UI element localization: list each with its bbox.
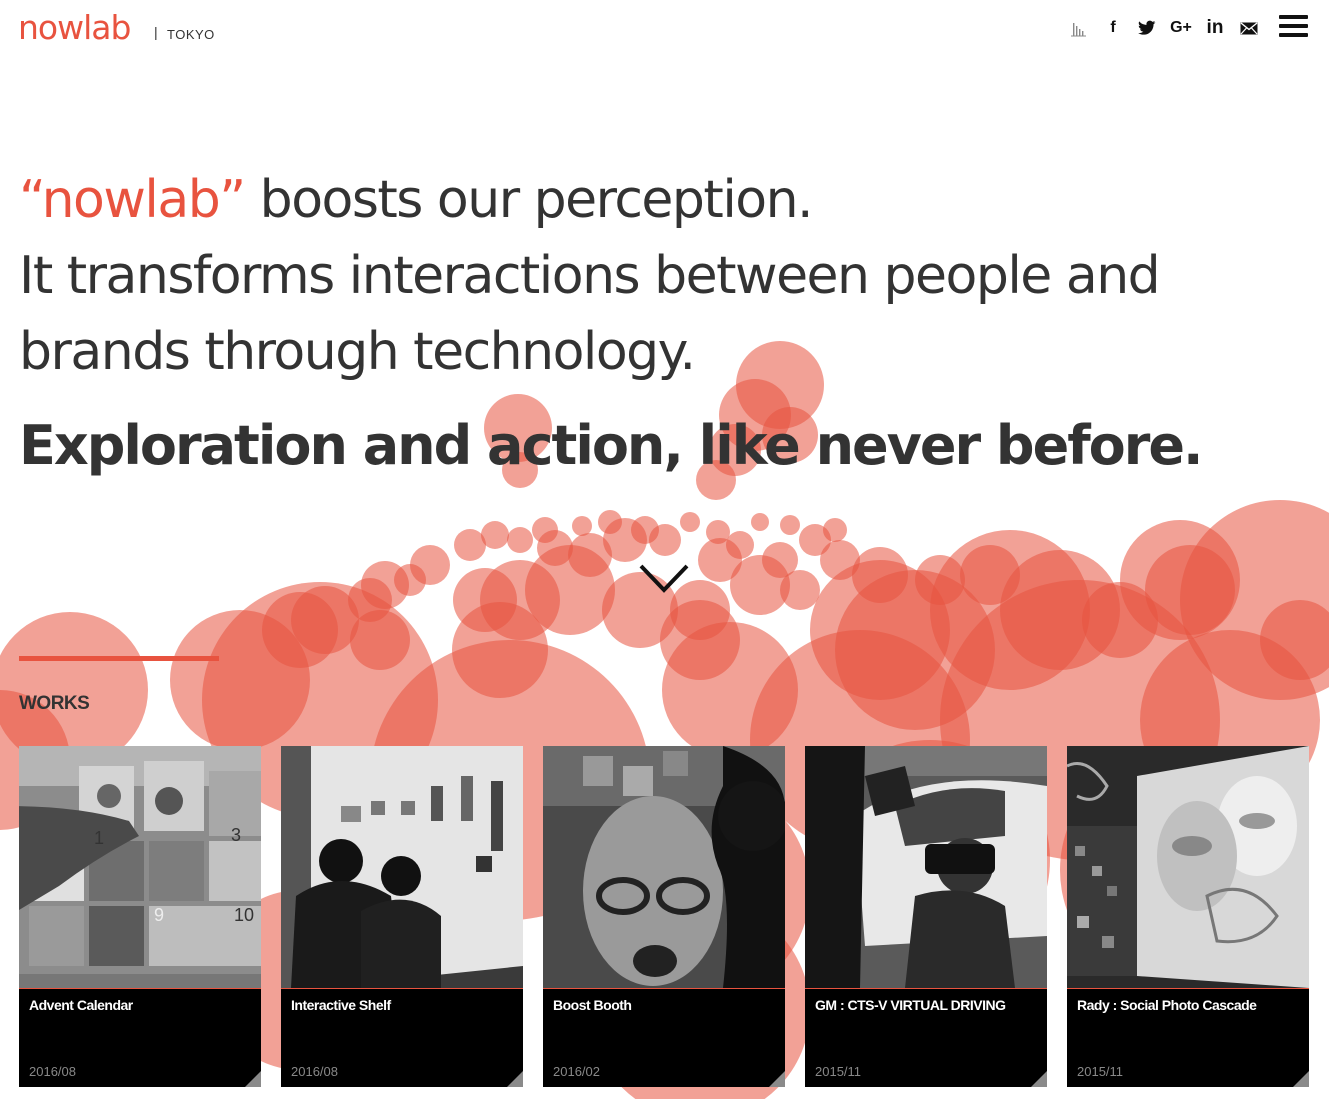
card-divider: [805, 988, 1047, 989]
linkedin-icon[interactable]: in: [1198, 16, 1232, 40]
logo-city: TOKYO: [167, 27, 215, 42]
svg-text:1: 1: [94, 828, 104, 848]
svg-text:3: 3: [231, 825, 241, 845]
works-accent-bar: [19, 656, 219, 661]
work-date: 2015/11: [815, 1064, 862, 1079]
facebook-icon[interactable]: f: [1096, 16, 1130, 40]
twitter-icon[interactable]: [1130, 16, 1164, 40]
facebook-label: f: [1110, 19, 1116, 36]
work-title: GM : CTS-V VIRTUAL DRIVING: [815, 997, 1006, 1013]
social-links: f G+ in: [1062, 16, 1266, 40]
card-corner-icon: [507, 1071, 523, 1087]
work-card[interactable]: Interactive Shelf 2016/08: [281, 746, 523, 1087]
logo-separator: |: [154, 24, 158, 40]
google-plus-icon[interactable]: G+: [1164, 16, 1198, 40]
work-card[interactable]: GM : CTS-V VIRTUAL DRIVING 2015/11: [805, 746, 1047, 1087]
scroll-down-chevron-icon[interactable]: [637, 560, 691, 601]
card-corner-icon: [769, 1071, 785, 1087]
hero-line-1-text: boosts our perception.: [244, 170, 814, 230]
svg-text:9: 9: [154, 905, 164, 925]
work-thumbnail: 3 1 9 10: [19, 746, 261, 988]
site-header: nowlab | TOKYO f G+ in: [0, 0, 1329, 60]
card-divider: [543, 988, 785, 989]
work-card[interactable]: Boost Booth 2016/02: [543, 746, 785, 1087]
works-list: 3 1 9 10 Advent Calendar 2016/08 Interac…: [19, 746, 1309, 1087]
works-heading: WORKS: [19, 693, 90, 714]
svg-text:10: 10: [234, 905, 254, 925]
work-title: Rady : Social Photo Cascade: [1077, 997, 1257, 1013]
work-card[interactable]: Rady : Social Photo Cascade 2015/11: [1067, 746, 1309, 1087]
work-thumbnail: [543, 746, 785, 988]
hero-line-3: brands through technology.: [19, 322, 696, 382]
linkedin-label: in: [1206, 17, 1224, 38]
bars-chart-icon[interactable]: [1062, 16, 1096, 40]
work-date: 2016/08: [29, 1064, 76, 1079]
site-logo[interactable]: nowlab: [18, 8, 131, 47]
work-thumbnail: [805, 746, 1047, 988]
hero-tagline: Exploration and action, like never befor…: [19, 414, 1204, 477]
card-divider: [19, 988, 261, 989]
work-date: 2015/11: [1077, 1064, 1124, 1079]
work-thumbnail: [1067, 746, 1309, 988]
work-thumbnail: [281, 746, 523, 988]
work-title: Interactive Shelf: [291, 997, 391, 1013]
card-divider: [281, 988, 523, 989]
card-corner-icon: [245, 1071, 261, 1087]
work-date: 2016/02: [553, 1064, 600, 1079]
hero-line-1: “nowlab” boosts our perception.: [19, 162, 1279, 238]
mail-icon[interactable]: [1232, 16, 1266, 40]
work-title: Boost Booth: [553, 997, 632, 1013]
card-divider: [1067, 988, 1309, 989]
google-plus-label: G+: [1170, 19, 1192, 36]
hamburger-menu-icon[interactable]: [1279, 15, 1308, 37]
work-card[interactable]: 3 1 9 10 Advent Calendar 2016/08: [19, 746, 261, 1087]
card-corner-icon: [1031, 1071, 1047, 1087]
work-date: 2016/08: [291, 1064, 338, 1079]
hero-accent: “nowlab”: [19, 170, 246, 230]
work-title: Advent Calendar: [29, 997, 133, 1013]
hero-line-2: It transforms interactions between peopl…: [19, 246, 1161, 306]
hero-section: “nowlab” boosts our perception. It trans…: [19, 162, 1279, 477]
card-corner-icon: [1293, 1071, 1309, 1087]
